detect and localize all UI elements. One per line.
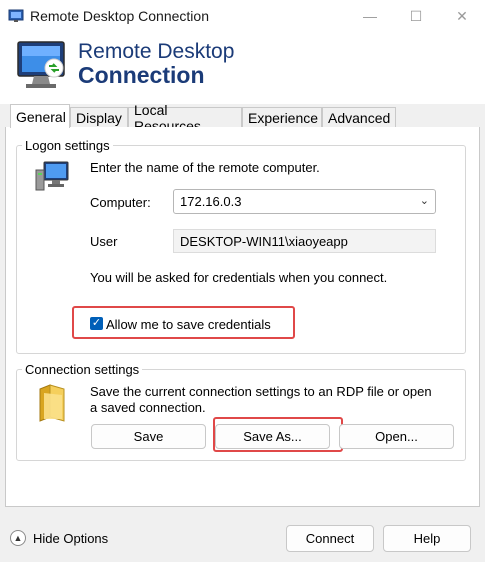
help-button[interactable]: Help bbox=[383, 525, 471, 552]
logon-instruction: Enter the name of the remote computer. bbox=[90, 160, 320, 175]
computer-combobox[interactable]: 172.16.0.3 ⌄ bbox=[173, 189, 436, 214]
tab-display[interactable]: Display bbox=[70, 107, 128, 127]
connection-settings-label: Connection settings bbox=[22, 362, 143, 377]
app-icon bbox=[8, 8, 24, 24]
computer-label: Computer: bbox=[90, 195, 151, 210]
computer-icon bbox=[34, 160, 70, 197]
allow-save-checkbox[interactable]: ✓ bbox=[90, 317, 103, 330]
tab-general[interactable]: General bbox=[10, 104, 70, 128]
minimize-button[interactable]: — bbox=[347, 0, 393, 32]
computer-value: 172.16.0.3 bbox=[180, 194, 242, 209]
user-value: DESKTOP-WIN11\xiaoyeapp bbox=[180, 234, 348, 249]
chevron-up-icon[interactable]: ▲ bbox=[10, 530, 26, 546]
logon-settings-label: Logon settings bbox=[22, 138, 113, 153]
user-label: User bbox=[90, 234, 118, 249]
tab-advanced[interactable]: Advanced bbox=[322, 107, 396, 127]
hide-options-link[interactable]: Hide Options bbox=[33, 531, 108, 546]
folder-icon bbox=[36, 383, 68, 426]
tab-local-resources[interactable]: Local Resources bbox=[128, 102, 242, 134]
banner-title-line1: Remote Desktop bbox=[78, 40, 235, 63]
connection-description-line2: a saved connection. bbox=[90, 400, 206, 415]
chevron-down-icon[interactable]: ⌄ bbox=[420, 194, 429, 207]
user-field: DESKTOP-WIN11\xiaoyeapp bbox=[173, 229, 436, 253]
save-button[interactable]: Save bbox=[91, 424, 206, 449]
close-button[interactable]: ✕ bbox=[439, 0, 485, 32]
maximize-button[interactable]: ☐ bbox=[393, 0, 439, 32]
credentials-note: You will be asked for credentials when y… bbox=[90, 270, 388, 285]
allow-save-label[interactable]: Allow me to save credentials bbox=[106, 317, 271, 332]
connect-button[interactable]: Connect bbox=[286, 525, 374, 552]
window-title: Remote Desktop Connection bbox=[30, 8, 209, 24]
rdp-monitor-icon bbox=[14, 38, 70, 97]
open-button[interactable]: Open... bbox=[339, 424, 454, 449]
save-as-highlight bbox=[213, 417, 343, 452]
header-banner bbox=[0, 32, 485, 104]
tab-experience[interactable]: Experience bbox=[242, 107, 322, 127]
connection-description-line1: Save the current connection settings to … bbox=[90, 384, 432, 399]
banner-title-line2: Connection bbox=[78, 62, 205, 88]
